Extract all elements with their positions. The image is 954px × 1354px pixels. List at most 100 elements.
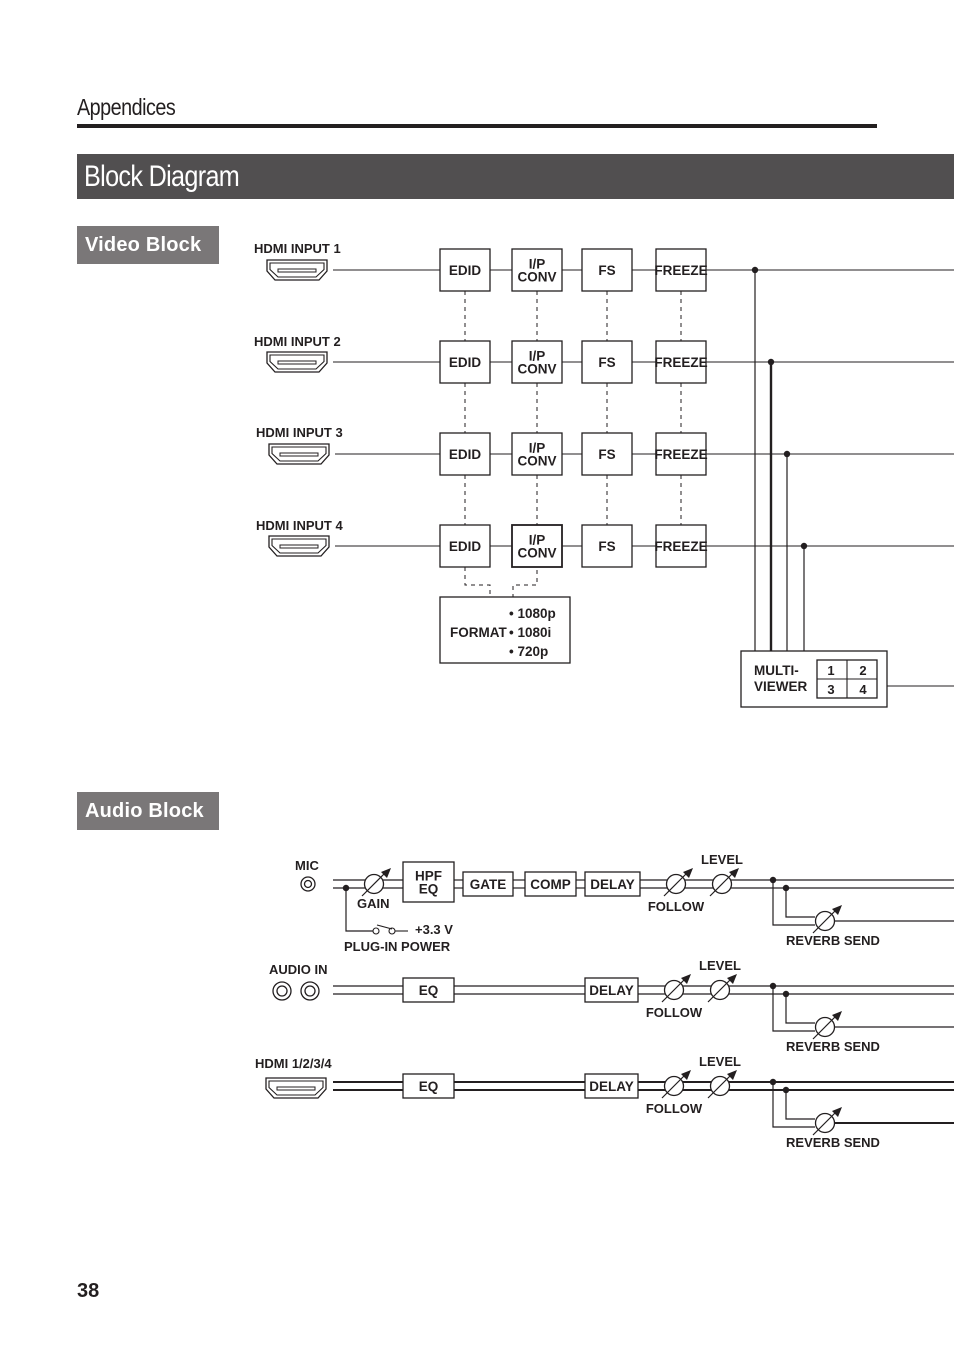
knob-arrow-head [832,1011,842,1021]
mic-jack-icon-inner [303,879,313,889]
reverb-send-knob-icon [812,1011,842,1040]
eq-block: EQ [402,1073,455,1099]
multiviewer-label: MULTI- [754,663,799,678]
multiviewer-grid-cell: 2 [859,663,866,678]
reverb-wire [772,880,815,926]
stereo-wire [638,985,954,995]
reverb-wire [785,888,815,918]
stereo-wire [640,879,954,889]
plugin-power-label: PLUG-IN POWER [344,939,451,954]
fs-block-label: FS [598,447,615,462]
eq-block-label: EQ [419,1079,439,1094]
hdmi-pins [276,1086,316,1091]
ip-conv-block-label: CONV [517,454,556,469]
knob-arrow-head [727,1070,737,1080]
hdmi-input-label: HDMI INPUT 2 [254,334,341,349]
audio-channel-audio-in: AUDIO IN EQ DELAY FOLLOW LEVEL REVERB SEND [269,958,954,1054]
video-block: HDMI INPUT 1 EDID I/PCONV FS FREEZE HDMI INPU… [254,241,954,708]
knob-arrow-head [381,868,391,878]
knob-arrow-head [683,868,693,878]
mic-jack-icon [300,876,316,892]
rca-jack-icon [272,981,292,1001]
hdmi-pins [279,544,319,549]
rca-jack-icon-outer [300,981,320,1001]
freeze-block-label: FREEZE [654,263,707,278]
comp-block: COMP [524,871,577,897]
knob-arrow-head [832,905,842,915]
hdmi-connector-icon [265,1077,327,1099]
fs-block-label: FS [598,355,615,370]
delay-block: DELAY [584,977,639,1003]
delay-block: DELAY [584,1073,639,1099]
hpf-eq-block: HPFEQ [402,861,455,903]
delay-block-label: DELAY [589,983,634,998]
ip-conv-block-label: CONV [517,546,556,561]
hdmi-pins [277,268,317,273]
audio-channel-hdmi: HDMI 1/2/3/4 EQ DELAY FOLLOW LEVEL REVERB SEN… [255,1054,954,1150]
hdmi-connector-icon [268,443,330,465]
gate-block: GATE [462,871,514,897]
reverb-send-knob-icon [812,1107,842,1136]
video-input-row-4: HDMI INPUT 4 EDID I/PCONV FS FREEZE [256,518,954,651]
multiviewer-grid-cell: 3 [827,682,834,697]
level-knob-icon [709,868,739,897]
knob-arrow-head [729,868,739,878]
follow-label: FOLLOW [646,1005,703,1020]
gain-knob-icon [361,868,391,897]
fs-block: FS [581,248,633,292]
ip-conv-block-label: CONV [517,362,556,377]
level-label: LEVEL [699,1054,741,1069]
hdmi-connector-icon [266,351,328,373]
freeze-block: FREEZE [654,432,708,476]
stereo-wire [513,879,525,889]
reverb-send-label: REVERB SEND [786,933,880,948]
format-option: • 1080p [509,606,556,621]
stereo-wire [333,985,403,995]
follow-knob-icon [661,974,691,1003]
hpf-eq-block-label: EQ [419,882,439,897]
stereo-wire [638,1081,954,1091]
ip-conv-block: I/PCONV [511,524,563,568]
voltage-label: +3.3 V [415,922,453,937]
freeze-block-label: FREEZE [654,447,707,462]
knob-arrow-head [832,1107,842,1117]
freeze-block: FREEZE [654,524,708,568]
rca-jack-icon [300,981,320,1001]
edid-block-label: EDID [449,263,482,278]
follow-label: FOLLOW [646,1101,703,1116]
edid-block: EDID [439,432,491,476]
level-label: LEVEL [699,958,741,973]
rca-jack-icon-inner [304,985,316,997]
reverb-send-knob-icon [812,905,842,934]
level-knob-icon [707,974,737,1003]
edid-block: EDID [439,248,491,292]
follow-knob-icon [661,1070,691,1099]
follow-label: FOLLOW [648,899,705,914]
rca-jack-icon-inner [276,985,288,997]
edid-block: EDID [439,524,491,568]
edid-block-label: EDID [449,355,482,370]
eq-block-label: EQ [419,983,439,998]
fs-block: FS [581,524,633,568]
knob-arrow-head [727,974,737,984]
freeze-block-label: FREEZE [654,355,707,370]
format-option: • 720p [509,644,548,659]
switch-lever [376,924,393,930]
ip-conv-block: I/PCONV [511,432,563,476]
freeze-block-label: FREEZE [654,539,707,554]
reverb-send-label: REVERB SEND [786,1039,880,1054]
ip-conv-block: I/PCONV [511,248,563,292]
reverb-wire [772,1082,815,1128]
edid-block: EDID [439,340,491,384]
multiviewer-grid-cell: 1 [827,663,834,678]
multiviewer-grid-cell: 4 [859,682,867,697]
mic-label: MIC [295,858,319,873]
freeze-block: FREEZE [654,340,708,384]
level-label: LEVEL [701,852,743,867]
reverb-wire [785,994,815,1024]
audio-in-label: AUDIO IN [269,962,328,977]
hdmi-input-label: HDMI INPUT 1 [254,241,341,256]
freeze-block: FREEZE [654,248,708,292]
audio-block: MIC +3.3 V PLUG-IN POWER GAIN HPFEQ GATE COMP D… [255,852,954,1150]
format-option: • 1080i [509,625,551,640]
